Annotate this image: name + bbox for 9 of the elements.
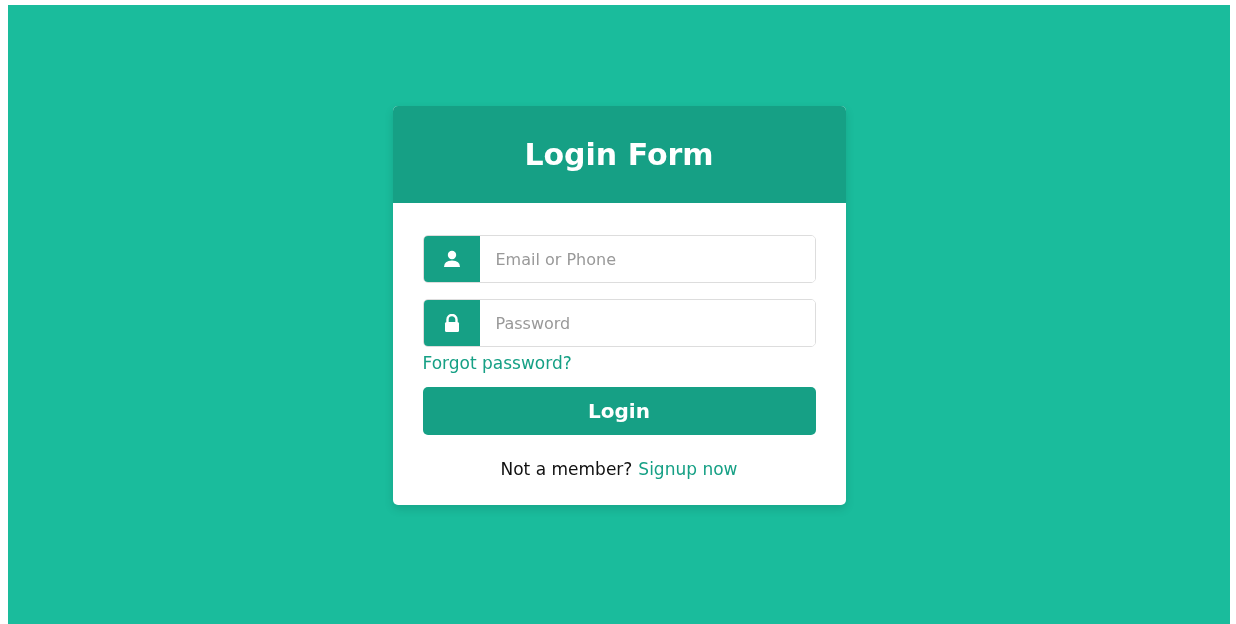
forgot-password-link[interactable]: Forgot password? <box>422 353 572 373</box>
form-title: Login Form <box>524 137 714 172</box>
input-field[interactable]: Password <box>422 299 816 347</box>
lock-icon <box>443 314 460 332</box>
login-button[interactable]: Login <box>422 387 816 435</box>
signup-prompt: Not a member? <box>500 459 633 479</box>
input-field[interactable]: Email or Phone <box>422 235 816 283</box>
user-icon <box>442 250 461 268</box>
signup-link[interactable]: Signup now <box>638 459 738 479</box>
